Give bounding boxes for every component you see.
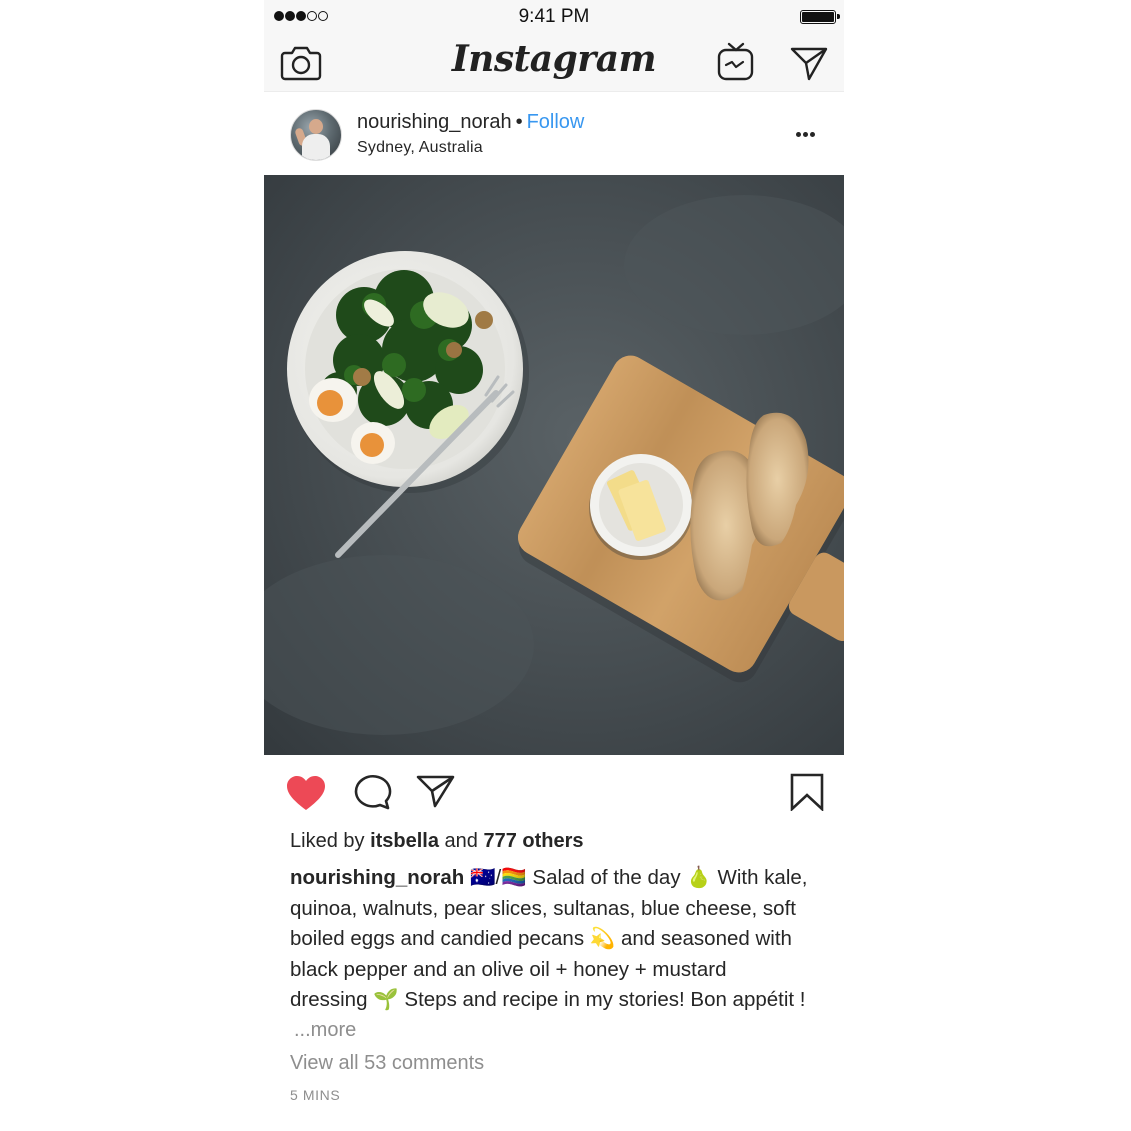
post-header: nourishing_norah • Follow Sydney, Australi… [264,92,844,175]
post-actions-bar [264,755,844,827]
caption-more-link[interactable]: ...more [294,1019,356,1042]
caption-line: nourishing_norah 🇦🇺/🏳️‍🌈 Salad of the da… [290,863,830,894]
caption-text-3: boiled eggs and candied pecans 💫 and sea… [290,927,792,950]
caption-flags: 🇦🇺/🏳️‍🌈 [469,866,527,889]
caption-text-5: dressing 🌱 Steps and recipe in my storie… [290,988,806,1011]
likes-middle: and [438,830,484,852]
heart-icon[interactable] [285,774,327,812]
avatar[interactable] [290,109,342,161]
igtv-icon[interactable] [716,40,756,82]
caption-text-4: black pepper and an olive oil + honey + … [290,957,727,981]
post-username[interactable]: nourishing_norah [357,111,512,133]
status-bar: 9:41 PM [264,0,844,34]
instagram-phone-screen: 9:41 PM Instagram nourishing_norah • Follo… [264,0,844,1131]
direct-message-icon[interactable] [789,44,829,82]
share-icon[interactable] [416,773,456,809]
follow-button[interactable]: Follow [527,111,585,133]
instagram-logo: Instagram [451,38,657,80]
post-timestamp: 5 MINS [290,1087,341,1103]
post-user-line: nourishing_norah • Follow [357,111,584,134]
post-location[interactable]: Sydney, Australia [357,139,483,157]
post-caption: nourishing_norah 🇦🇺/🏳️‍🌈 Salad of the da… [290,863,830,1016]
top-nav-bar: Instagram [264,34,844,92]
likes-others-count[interactable]: 777 others [483,830,583,852]
post-photo[interactable] [264,175,844,755]
battery-icon [800,10,840,24]
view-comments-link[interactable]: View all 53 comments [290,1052,484,1075]
caption-username[interactable]: nourishing_norah [290,866,464,889]
food-photo-illustration [264,195,844,735]
more-options-icon[interactable] [796,132,815,137]
bookmark-icon[interactable] [789,773,825,811]
likes-prefix: Liked by [290,830,371,852]
caption-text-2: quinoa, walnuts, pear slices, sultanas, … [290,896,796,920]
likes-summary[interactable]: Liked by itsbella and 777 others [290,830,584,853]
separator-dot: • [515,111,523,133]
comment-icon[interactable] [352,773,392,811]
caption-text-1: Salad of the day 🍐 With kale, [526,866,808,889]
liked-by-username[interactable]: itsbella [370,830,439,852]
status-time: 9:41 PM [518,6,590,27]
